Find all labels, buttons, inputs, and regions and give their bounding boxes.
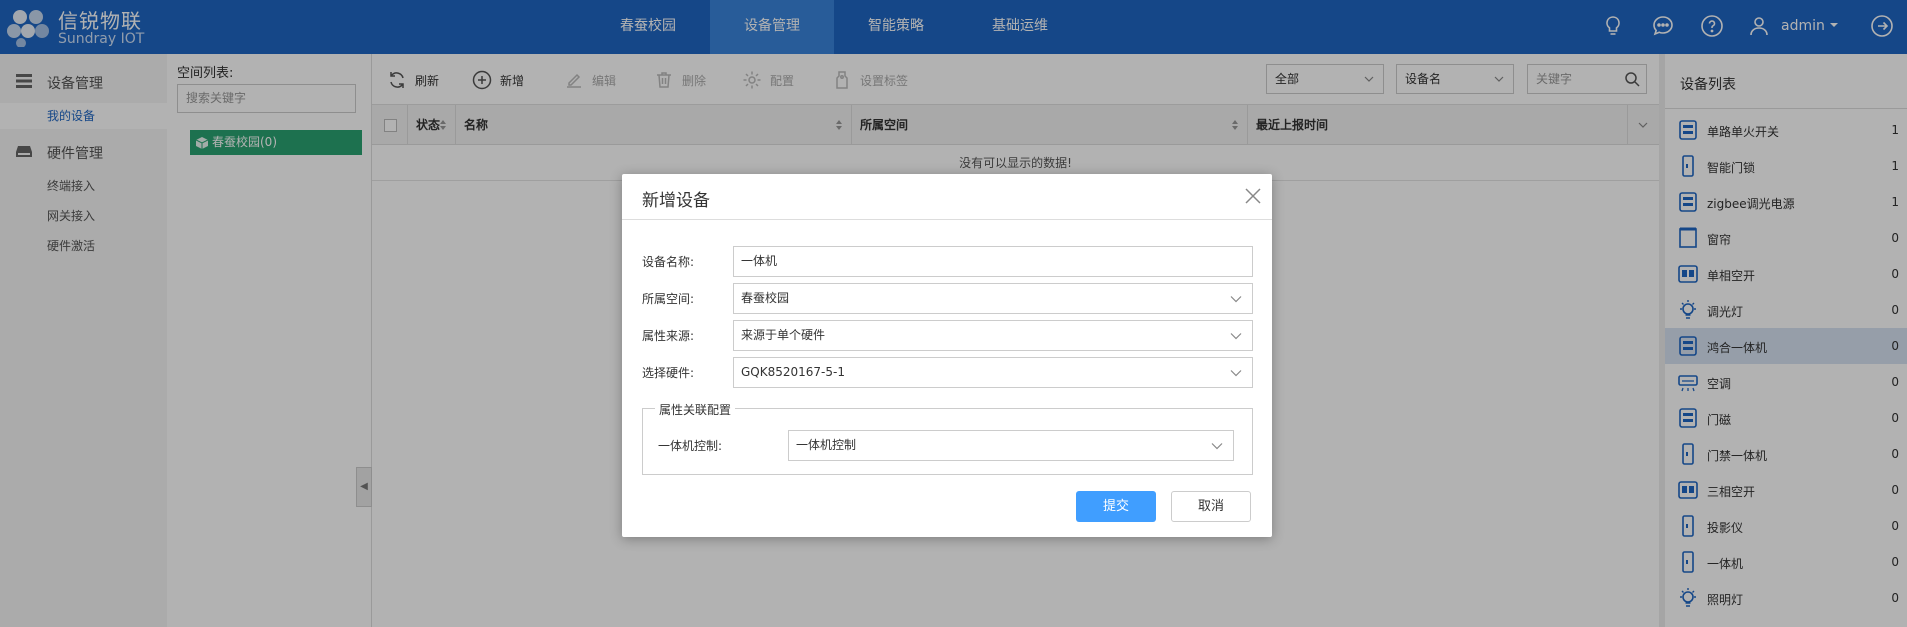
device-name-input[interactable]: 一体机 (733, 246, 1253, 277)
chevron-down-icon (1230, 333, 1242, 340)
hardware-select[interactable]: GQK8520167-5-1 (733, 357, 1253, 388)
dialog-title: 新增设备 (642, 191, 710, 211)
add-device-dialog: 新增设备 设备名称: 一体机 所属空间: 春蚕校园 属性来源: 来源于单个硬件 … (622, 174, 1272, 537)
hardware-select-value: GQK8520167-5-1 (741, 365, 845, 379)
device-name-value: 一体机 (741, 254, 778, 268)
property-association-fieldset: 属性关联配置 一体机控制: 一体机控制 (642, 401, 1253, 475)
assoc-control-value: 一体机控制 (796, 438, 857, 452)
property-source-value: 来源于单个硬件 (741, 328, 826, 342)
fieldset-legend: 属性关联配置 (655, 401, 736, 418)
hardware-label: 选择硬件: (642, 366, 695, 380)
property-source-select[interactable]: 来源于单个硬件 (733, 320, 1253, 351)
property-source-label: 属性来源: (642, 329, 695, 343)
assoc-control-select[interactable]: 一体机控制 (788, 430, 1234, 461)
space-select-value: 春蚕校园 (741, 291, 790, 305)
submit-button[interactable]: 提交 (1076, 491, 1156, 522)
cancel-button[interactable]: 取消 (1171, 491, 1251, 522)
space-select[interactable]: 春蚕校园 (733, 283, 1253, 314)
chevron-down-icon (1211, 443, 1223, 450)
assoc-control-label: 一体机控制: (658, 439, 723, 453)
chevron-down-icon (1230, 370, 1242, 377)
divider (622, 219, 1272, 220)
close-icon[interactable] (1244, 187, 1262, 205)
space-label: 所属空间: (642, 292, 695, 306)
chevron-down-icon (1230, 296, 1242, 303)
device-name-label: 设备名称: (642, 255, 695, 269)
